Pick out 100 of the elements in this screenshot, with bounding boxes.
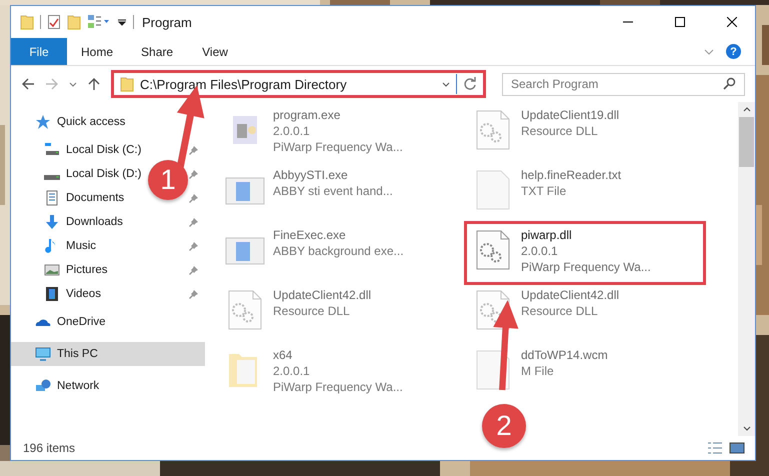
ribbon-tab[interactable]: File [11, 38, 67, 65]
file-item[interactable]: x64 2.0.0.1 PiWarp Frequency Wa... [219, 344, 409, 402]
file-name: ddToWP14.wcm [521, 348, 608, 362]
pin-icon[interactable] [189, 145, 199, 155]
scroll-thumb[interactable] [739, 117, 754, 167]
file-item[interactable]: program.exe 2.0.0.1 PiWarp Frequency Wa... [219, 104, 409, 162]
sidebar-item[interactable]: Local Disk (D:) [11, 162, 146, 186]
up-icon[interactable] [87, 77, 101, 91]
file-name: help.fineReader.txt [521, 168, 622, 182]
pin-icon[interactable] [189, 241, 199, 251]
file-name: program.exe [273, 108, 342, 122]
back-icon[interactable] [21, 77, 35, 91]
search-field[interactable]: Search Program [502, 72, 745, 96]
file-name: piwarp.dll [521, 228, 573, 242]
properties-icon[interactable] [47, 14, 61, 30]
scroll-up-icon[interactable] [742, 107, 750, 112]
sidebar-item[interactable]: Local Disk (C:) [11, 138, 146, 162]
file-item[interactable]: piwarp.dll 2.0.0.1 PiWarp Frequency Wa... [467, 224, 703, 282]
sidebar-label: Downloads [66, 216, 123, 228]
ribbon-tab[interactable]: Home [67, 38, 128, 65]
file-detail: 2.0.0.1 [521, 244, 559, 258]
search-placeholder: Search Program [511, 77, 600, 91]
sidebar-item[interactable]: Videos [11, 282, 105, 306]
sidebar-label: Music [66, 240, 96, 252]
network-icon [35, 378, 51, 394]
sidebar-item[interactable]: Music [11, 234, 100, 258]
sidebar-label: Quick access [57, 116, 126, 128]
star-icon [35, 114, 51, 130]
folder-icon[interactable] [20, 14, 34, 30]
file-item[interactable]: UpdateClient19.dll Resource DLL [467, 104, 626, 162]
file-item[interactable]: AbbyySTI.exe ABBY sti event hand... [219, 164, 399, 222]
forward-icon[interactable] [45, 77, 59, 91]
pictures-icon [44, 262, 60, 278]
pin-icon[interactable] [189, 217, 199, 227]
sidebar-item[interactable]: Pictures [11, 258, 112, 282]
address-bar[interactable]: C:\Program Files\Program Directory [113, 72, 484, 96]
new-folder-icon[interactable] [67, 14, 81, 30]
help-button[interactable]: ? [726, 44, 741, 59]
file-detail: Resource DLL [521, 304, 599, 318]
scroll-down-icon[interactable] [742, 426, 750, 431]
search-icon [722, 77, 736, 91]
address-path: C:\Program Files\Program Directory [140, 76, 348, 92]
minimize-icon [623, 21, 633, 23]
file-item[interactable]: FineExec.exe ABBY background exe... [219, 224, 410, 282]
file-name: UpdateClient42.dll [521, 288, 620, 302]
file-detail: TXT File [521, 184, 568, 198]
close-icon [727, 17, 737, 27]
folder-icon [120, 76, 134, 92]
file-item[interactable]: UpdateClient42.dll Resource DLL [219, 284, 378, 342]
monitor-icon [35, 346, 51, 362]
file-detail: PiWarp Frequency Wa... [273, 140, 403, 154]
sidebar-item[interactable]: Downloads [11, 210, 127, 234]
maximize-icon [675, 17, 685, 27]
ribbon-tab[interactable]: Share [127, 38, 188, 65]
file-detail: PiWarp Frequency Wa... [273, 380, 403, 394]
expand-ribbon-icon[interactable] [704, 48, 714, 54]
details-view-icon[interactable] [707, 441, 723, 455]
dropdown-icon[interactable] [442, 82, 450, 86]
file-detail: Resource DLL [521, 124, 599, 138]
download-icon [44, 214, 60, 230]
film-icon [44, 286, 60, 302]
document-icon [44, 190, 60, 206]
ribbon-tab[interactable]: View [187, 38, 244, 65]
pin-icon[interactable] [189, 289, 199, 299]
drive-icon [44, 142, 60, 158]
view-icon[interactable] [87, 14, 111, 30]
sidebar-item[interactable]: Network [11, 374, 104, 398]
file-detail: ABBY background exe... [273, 244, 404, 258]
sidebar-label: This PC [57, 348, 99, 360]
drive-icon [44, 174, 60, 180]
sidebar-label: Local Disk (D:) [66, 168, 142, 180]
sidebar-item[interactable]: This PC [11, 342, 205, 366]
file-item[interactable]: ddToWP14.wcm M File [467, 344, 614, 402]
sidebar-label: OneDrive [57, 316, 106, 328]
sidebar-item[interactable]: Quick access [11, 110, 130, 134]
large-icons-view-icon[interactable] [729, 441, 745, 455]
recent-dropdown-icon[interactable] [69, 82, 77, 86]
file-name: x64 [273, 348, 294, 362]
customize-icon[interactable] [117, 17, 127, 27]
file-name: UpdateClient19.dll [521, 108, 620, 122]
file-item[interactable]: help.fineReader.txt TXT File [467, 164, 628, 222]
window-title: Program [142, 14, 192, 30]
scrollbar[interactable] [738, 102, 755, 436]
file-detail: M File [521, 364, 555, 378]
sidebar-label: Pictures [66, 264, 108, 276]
sidebar-label: Network [57, 380, 100, 392]
pin-icon[interactable] [189, 265, 199, 275]
file-name: UpdateClient42.dll [273, 288, 372, 302]
item-count: 196 items [23, 441, 76, 455]
pin-icon[interactable] [189, 193, 199, 203]
sidebar-item[interactable]: Documents [11, 186, 128, 210]
file-detail: ABBY sti event hand... [273, 184, 393, 198]
pin-icon[interactable] [189, 169, 199, 179]
file-detail: 2.0.0.1 [273, 124, 311, 138]
file-detail: Resource DLL [273, 304, 351, 318]
refresh-icon[interactable] [463, 77, 477, 91]
sidebar-item[interactable]: OneDrive [11, 310, 110, 334]
sidebar-label: Documents [66, 192, 124, 204]
file-name: FineExec.exe [273, 228, 347, 242]
sidebar-label: Local Disk (C:) [66, 144, 142, 156]
